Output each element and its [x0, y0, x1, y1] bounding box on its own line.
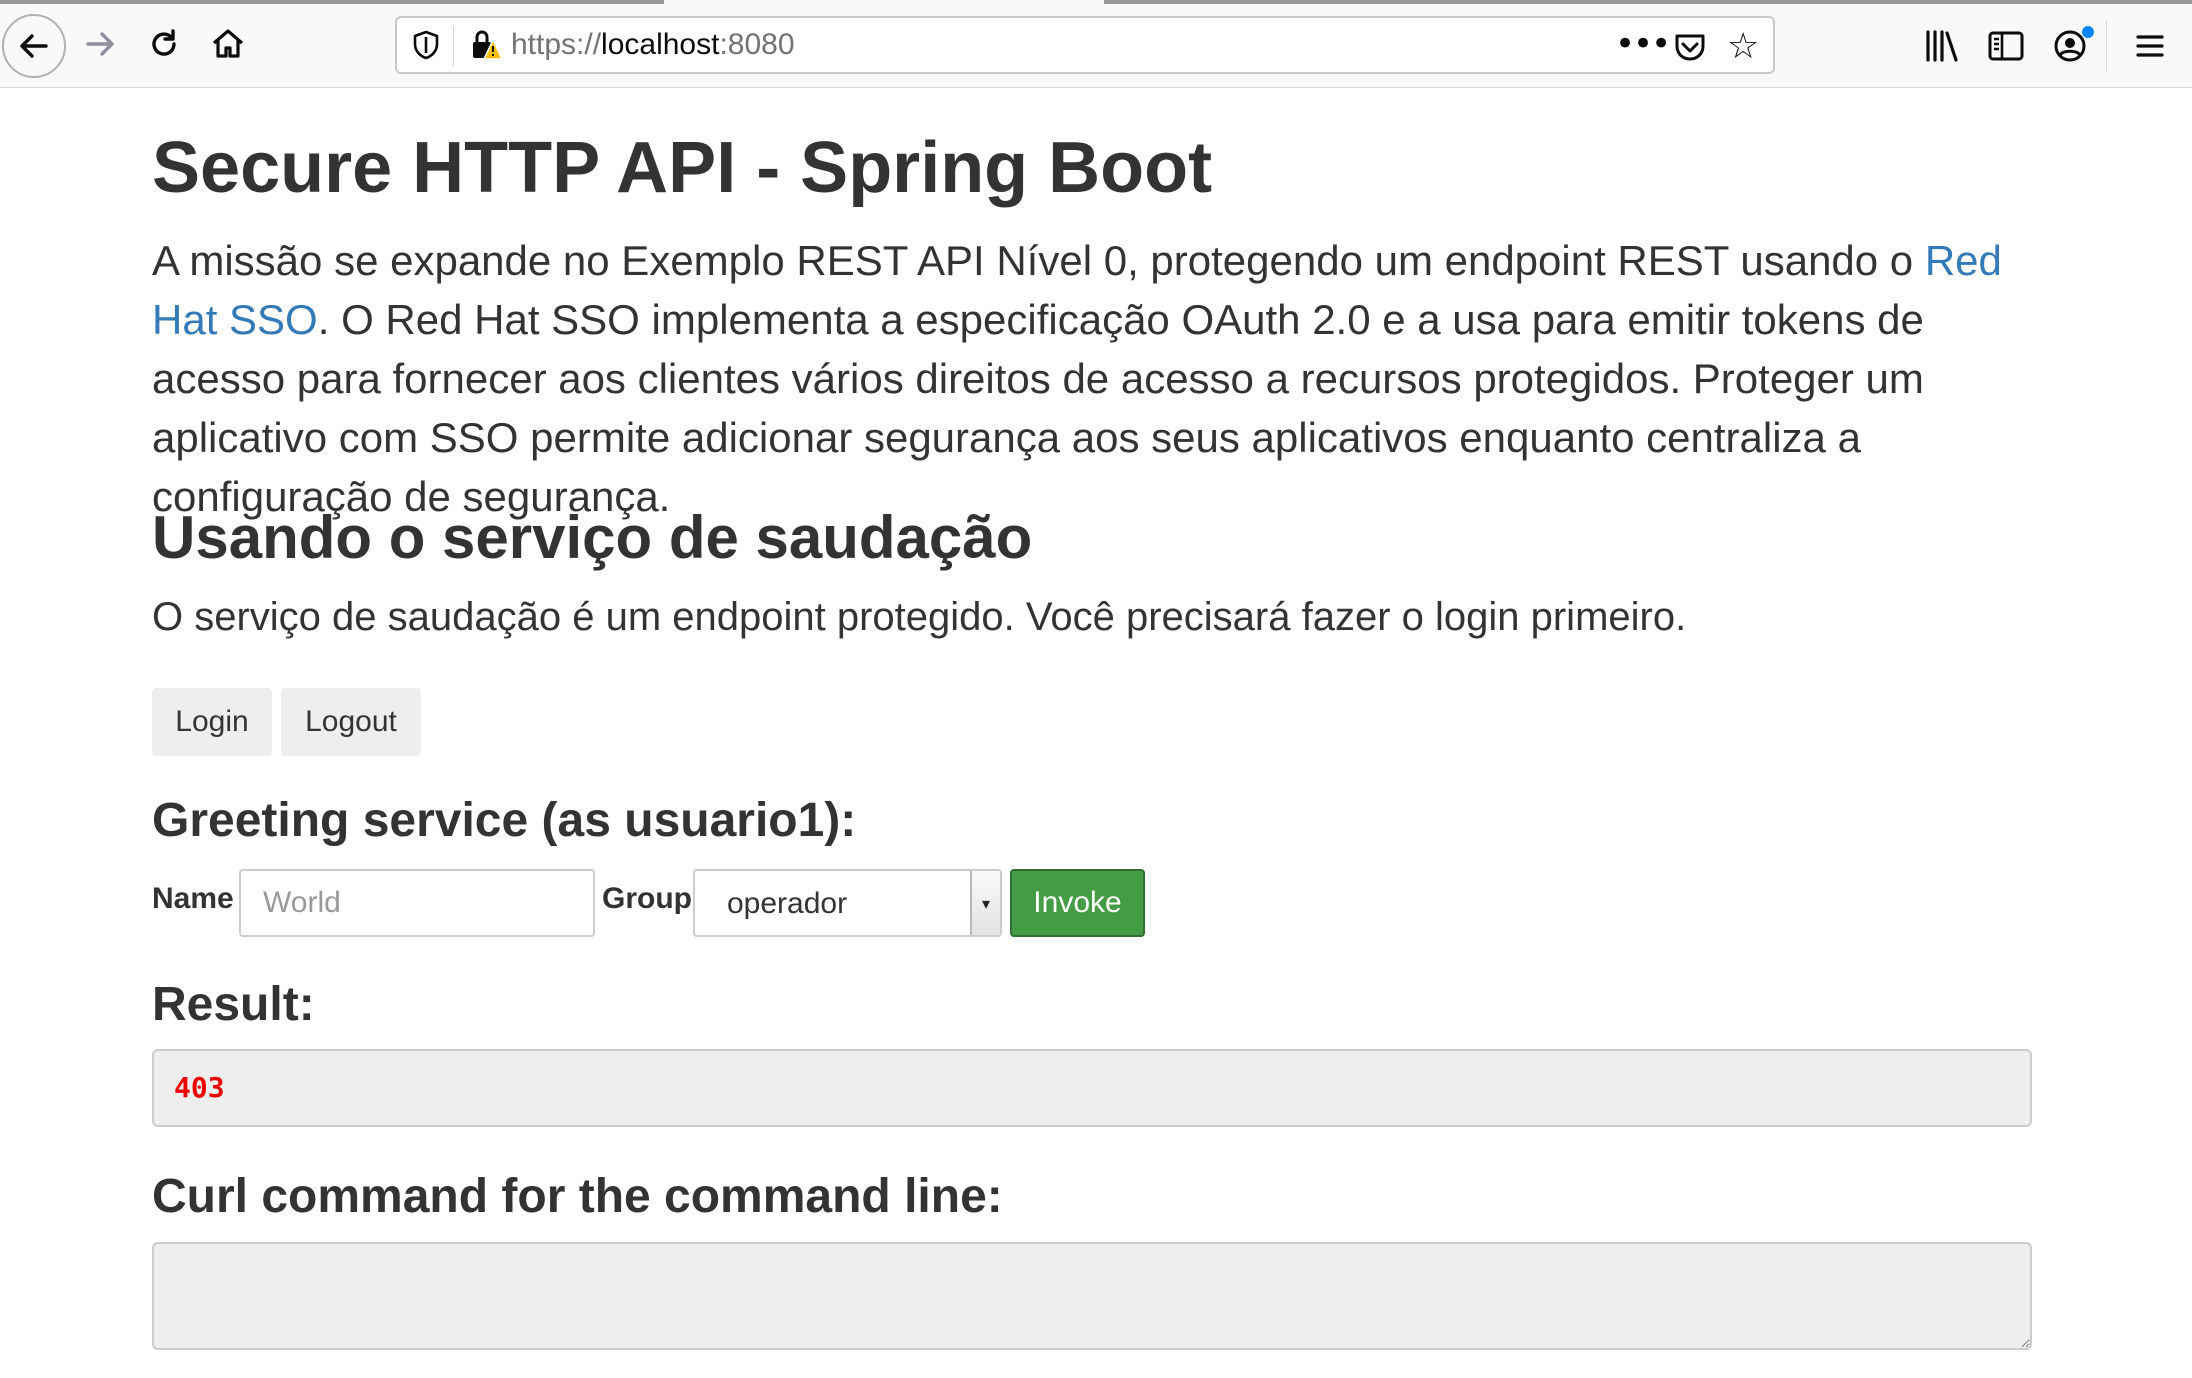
intro-paragraph: A missão se expande no Exemplo REST API … — [152, 231, 2032, 526]
back-arrow-icon[interactable] — [2, 14, 66, 78]
home-icon[interactable] — [198, 14, 258, 74]
url-scheme: https:// — [511, 28, 602, 61]
curl-title: Curl command for the command line: — [152, 1170, 1003, 1223]
pocket-icon[interactable] — [1673, 30, 1707, 64]
url-host: localhost — [601, 28, 720, 61]
forward-arrow-icon[interactable] — [70, 14, 130, 74]
tab-strip-left — [0, 0, 664, 4]
section-title: Usando o serviço de saudação — [152, 504, 1033, 571]
logout-button[interactable]: Logout — [281, 688, 421, 756]
name-label: Name — [152, 882, 234, 915]
tab-strip-right — [1104, 0, 2192, 4]
section-description: O serviço de saudação é um endpoint prot… — [152, 595, 1687, 639]
invoke-button[interactable]: Invoke — [1010, 869, 1145, 937]
shield-icon[interactable] — [411, 30, 441, 60]
insecure-lock-icon[interactable] — [469, 28, 504, 62]
name-input[interactable] — [239, 869, 595, 937]
url-text[interactable]: https://localhost:8080 — [511, 28, 795, 62]
browser-toolbar: https://localhost:8080 ••• ☆ — [0, 0, 2192, 88]
library-icon[interactable] — [1922, 26, 1962, 66]
account-badge — [2082, 26, 2094, 38]
toolbar-separator — [2106, 20, 2107, 72]
url-port: :8080 — [719, 28, 795, 61]
url-divider — [453, 26, 454, 66]
page-title: Secure HTTP API - Spring Boot — [152, 128, 1213, 208]
curl-command-textarea[interactable] — [152, 1242, 2032, 1350]
intro-text-start: A missão se expande no Exemplo REST API … — [152, 237, 1925, 284]
intro-text-end: . O Red Hat SSO implementa a especificaç… — [152, 296, 1924, 520]
group-label: Group — [602, 882, 692, 915]
greeting-service-title: Greeting service (as usuario1): — [152, 794, 857, 847]
bookmark-star-icon[interactable]: ☆ — [1727, 26, 1759, 67]
result-status-code: 403 — [174, 1071, 225, 1104]
login-button[interactable]: Login — [152, 688, 272, 756]
more-actions-icon[interactable]: ••• — [1615, 24, 1671, 64]
sidebar-icon[interactable] — [1986, 26, 2026, 66]
reload-icon[interactable] — [134, 14, 194, 74]
url-bar[interactable]: https://localhost:8080 ••• ☆ — [395, 16, 1775, 74]
result-box: 403 — [152, 1049, 2032, 1127]
hamburger-menu-icon[interactable] — [2130, 26, 2170, 66]
group-selected-value: operador — [727, 887, 848, 920]
group-select[interactable]: operador ▾ — [693, 869, 1002, 937]
chevron-down-icon[interactable]: ▾ — [970, 871, 1000, 935]
result-title: Result: — [152, 978, 315, 1031]
